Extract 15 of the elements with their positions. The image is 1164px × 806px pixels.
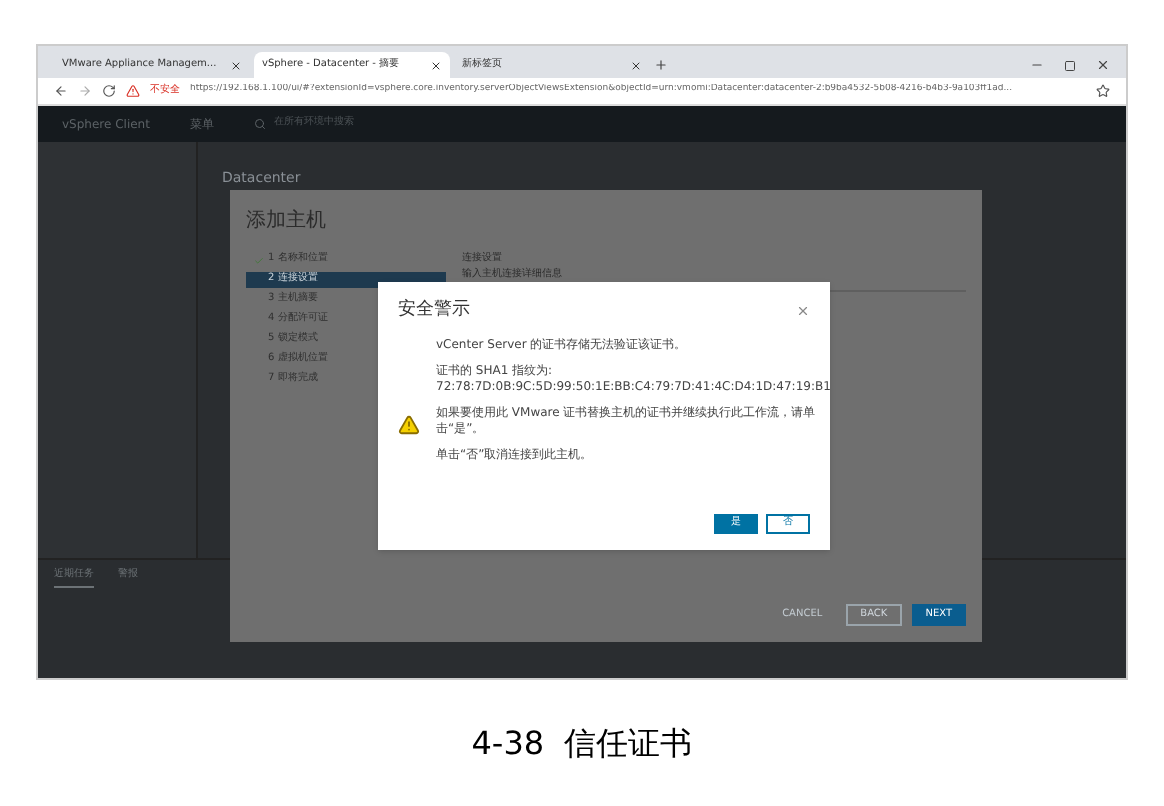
close-icon[interactable] bbox=[430, 59, 442, 71]
back-icon[interactable] bbox=[54, 84, 68, 98]
close-icon[interactable] bbox=[230, 59, 242, 71]
figure-caption: 4-38 信任证书 bbox=[471, 721, 693, 765]
check-icon bbox=[254, 255, 264, 265]
warning-icon bbox=[126, 84, 140, 98]
warning-icon bbox=[398, 414, 420, 437]
close-icon[interactable] bbox=[630, 59, 642, 71]
wizard-title: 添加主机 bbox=[246, 207, 328, 236]
new-tab-icon[interactable] bbox=[654, 58, 668, 72]
reload-icon[interactable] bbox=[102, 84, 116, 98]
close-icon[interactable] bbox=[1096, 58, 1110, 72]
maximize-icon[interactable] bbox=[1064, 60, 1076, 72]
star-icon[interactable] bbox=[1096, 84, 1110, 98]
alert-title: 安全警示 bbox=[398, 298, 470, 324]
